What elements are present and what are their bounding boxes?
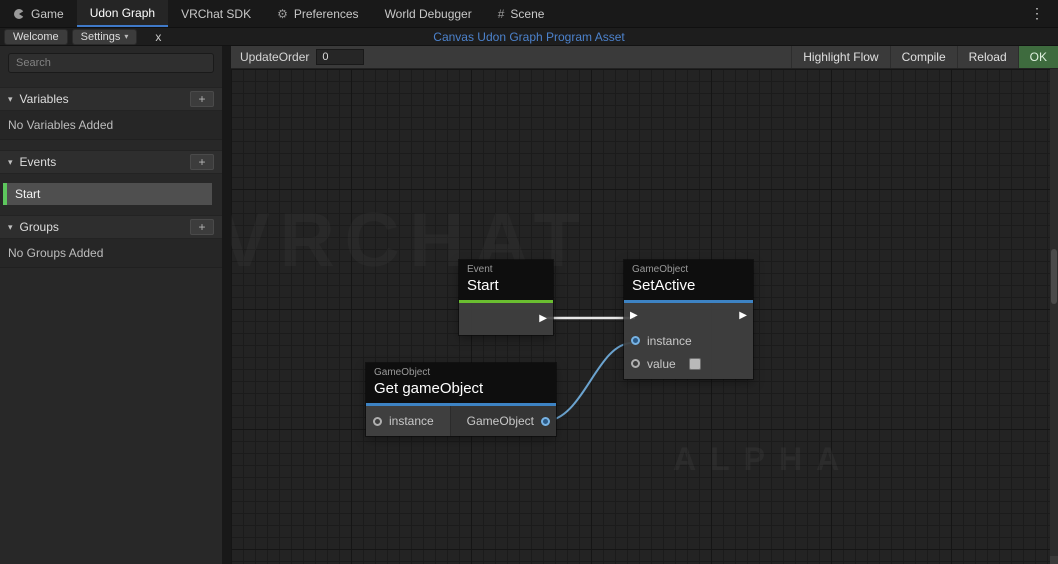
settings-label: Settings (80, 30, 121, 43)
no-variables-row: No Variables Added (0, 111, 222, 140)
section-events-label: Events (19, 155, 57, 169)
tab-game[interactable]: Game (0, 0, 77, 27)
node-title: Start (467, 277, 499, 294)
node-start-body: ▶ (459, 303, 553, 335)
graph-main: UpdateOrder Highlight Flow Compile Reloa… (231, 46, 1058, 564)
scrollbar-thumb[interactable] (1051, 249, 1057, 304)
node-setactive-body: ▶ ▶ instance value (624, 303, 753, 379)
add-variable-button[interactable]: + (190, 91, 214, 107)
event-item-start[interactable]: Start (3, 183, 212, 205)
tab-label: Preferences (293, 6, 359, 21)
node-start[interactable]: Event Start ▶ (459, 260, 553, 335)
node-get-gameobject-header: GameObject Get gameObject (366, 363, 556, 406)
tab-label: Scene (510, 6, 545, 21)
instance-input-port[interactable] (373, 416, 382, 426)
sidebar: ▾ Variables + No Variables Added ▾ Event… (0, 46, 222, 564)
menubar: Game Udon Graph VRChat SDK ⚙ Preferences… (0, 0, 1058, 28)
port-label: GameObject (466, 414, 534, 428)
section-groups-label: Groups (19, 220, 59, 234)
add-event-button[interactable]: + (190, 154, 214, 170)
update-order-label: UpdateOrder (240, 50, 310, 64)
window-body: ▾ Variables + No Variables Added ▾ Event… (0, 46, 1058, 564)
node-category: Event (467, 264, 493, 275)
node-title: Get gameObject (374, 380, 484, 397)
graph-tab-close[interactable]: x (155, 30, 161, 44)
no-groups-row: No Groups Added (0, 239, 222, 268)
tab-scene[interactable]: # Scene (485, 0, 558, 27)
node-setactive[interactable]: GameObject SetActive ▶ ▶ instance value (624, 260, 753, 379)
scrollbar-corner (1050, 556, 1058, 564)
tab-label: Udon Graph (89, 5, 156, 20)
unity-udon-graph-window: Game Udon Graph VRChat SDK ⚙ Preferences… (0, 0, 1058, 564)
value-input-port[interactable] (631, 359, 640, 368)
flow-out-port[interactable]: ▶ (739, 311, 747, 321)
flow-in-port[interactable]: ▶ (630, 311, 638, 321)
welcome-label: Welcome (13, 30, 59, 43)
more-menu-icon[interactable]: ⋮ (1016, 0, 1058, 27)
game-icon (13, 8, 25, 20)
node-get-gameobject[interactable]: GameObject Get gameObject instance GameO… (366, 363, 556, 436)
gameobject-output-port[interactable] (541, 416, 550, 426)
highlight-flow-button[interactable]: Highlight Flow (791, 46, 889, 68)
section-groups[interactable]: ▾ Groups + (0, 215, 222, 239)
compile-button[interactable]: Compile (889, 46, 957, 68)
foldout-icon: ▾ (8, 221, 13, 232)
tab-vrchat-sdk[interactable]: VRChat SDK (168, 0, 264, 27)
reload-button[interactable]: Reload (956, 46, 1018, 68)
node-get-gameobject-body: instance GameObject (366, 406, 556, 436)
node-title: SetActive (632, 277, 696, 294)
node-category: GameObject (632, 264, 689, 275)
tab-udon-graph[interactable]: Udon Graph (76, 0, 169, 27)
search-input[interactable] (8, 53, 214, 73)
instance-cell: instance (366, 406, 451, 436)
tab-label: Game (31, 6, 64, 21)
port-row-value: value (624, 352, 753, 375)
node-setactive-header: GameObject SetActive (624, 260, 753, 303)
port-label: instance (647, 333, 692, 348)
node-start-header: Event Start (459, 260, 553, 303)
foldout-icon: ▾ (8, 93, 13, 104)
section-variables-label: Variables (19, 92, 69, 106)
instance-input-port[interactable] (631, 336, 640, 345)
gear-icon: ⚙ (277, 6, 288, 21)
flow-row: ▶ ▶ (624, 303, 753, 329)
add-group-button[interactable]: + (190, 219, 214, 235)
port-label: value (647, 356, 676, 371)
node-category: GameObject (374, 367, 431, 378)
vertical-scrollbar[interactable] (1050, 69, 1058, 564)
sidebar-splitter[interactable] (222, 46, 231, 564)
chevron-down-icon: ▾ (124, 32, 129, 41)
tab-world-debugger[interactable]: World Debugger (372, 0, 485, 27)
gameobject-cell: GameObject (451, 406, 556, 436)
ok-button[interactable]: OK (1017, 46, 1058, 68)
tab-preferences[interactable]: ⚙ Preferences (264, 0, 371, 27)
tab-label: World Debugger (384, 6, 472, 21)
section-events[interactable]: ▾ Events + (0, 150, 222, 174)
canvas-toolbar: UpdateOrder Highlight Flow Compile Reloa… (231, 46, 1058, 69)
flow-out-port[interactable]: ▶ (539, 314, 547, 324)
update-order-input[interactable] (316, 49, 365, 65)
graph-toolbar: Welcome Settings ▾ x Canvas Udon Graph P… (0, 28, 1058, 46)
value-checkbox[interactable] (688, 357, 701, 370)
settings-dropdown[interactable]: Settings ▾ (71, 28, 138, 45)
tab-label: VRChat SDK (181, 6, 252, 21)
welcome-button[interactable]: Welcome (4, 28, 68, 45)
port-row-instance: instance (624, 329, 753, 352)
graph-canvas[interactable]: VRCHAT ALPHA Event Start ▶ (231, 69, 1058, 564)
data-wire (544, 342, 633, 422)
foldout-icon: ▾ (8, 156, 13, 167)
port-label: instance (389, 414, 434, 428)
hash-icon: # (497, 6, 505, 21)
section-variables[interactable]: ▾ Variables + (0, 87, 222, 111)
